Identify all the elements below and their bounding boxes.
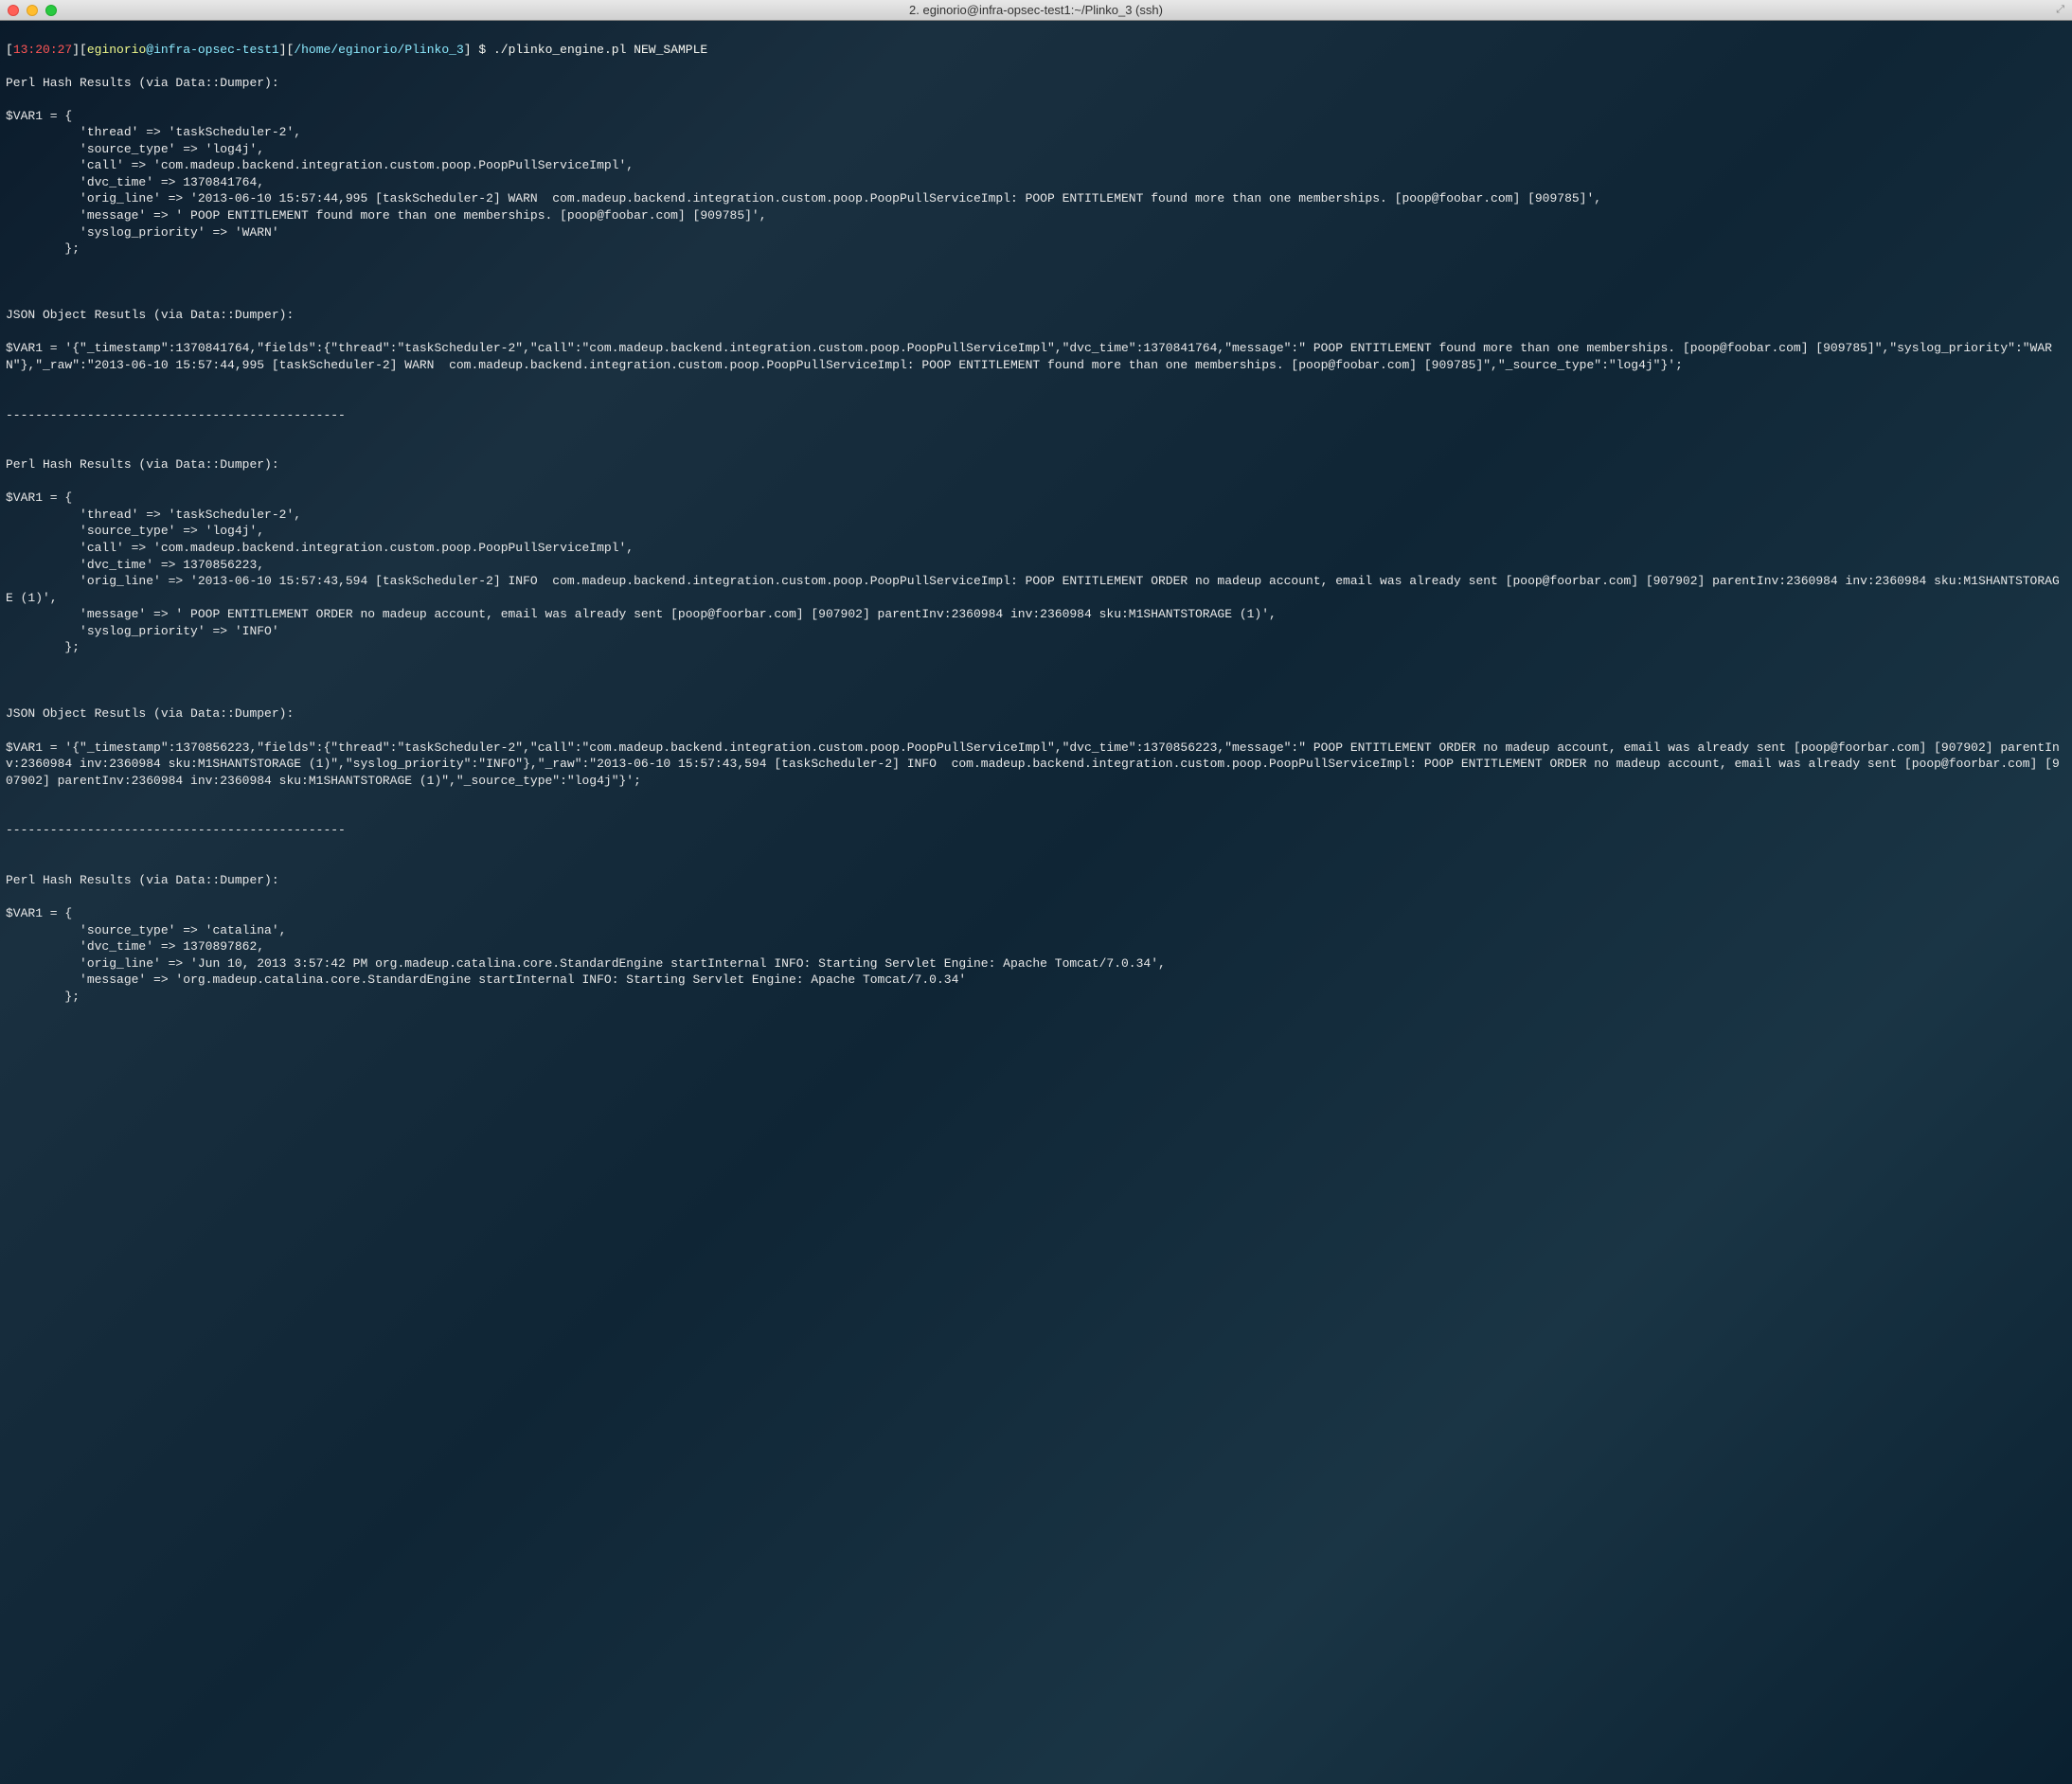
expand-icon[interactable]: ⤢ [2056, 5, 2064, 16]
output-block4-body: $VAR1 = '{"_timestamp":1370856223,"field… [6, 740, 2066, 790]
close-button[interactable] [8, 5, 19, 16]
minimize-button[interactable] [27, 5, 38, 16]
prompt-host: infra-opsec-test1 [153, 43, 279, 57]
terminal-content[interactable]: [13:20:27][eginorio@infra-opsec-test1][/… [0, 21, 2072, 1026]
output-block4-header: JSON Object Resutls (via Data::Dumper): [6, 705, 2066, 723]
prompt-cwd: /home/eginorio/Plinko_3 [294, 43, 463, 57]
output-block1-header: Perl Hash Results (via Data::Dumper): [6, 75, 2066, 92]
window-titlebar: 2. eginorio@infra-opsec-test1:~/Plinko_3… [0, 0, 2072, 21]
prompt-at: @ [146, 43, 153, 57]
output-block2-body: $VAR1 = '{"_timestamp":1370841764,"field… [6, 340, 2066, 373]
bracket: ][ [279, 43, 295, 57]
output-block2-header: JSON Object Resutls (via Data::Dumper): [6, 307, 2066, 324]
maximize-button[interactable] [45, 5, 57, 16]
output-sep1: ----------------------------------------… [6, 407, 2066, 424]
output-block3-body: $VAR1 = { 'thread' => 'taskScheduler-2',… [6, 490, 2066, 655]
prompt-command: ./plinko_engine.pl NEW_SAMPLE [493, 43, 707, 57]
prompt-user: eginorio [87, 43, 146, 57]
output-sep2: ----------------------------------------… [6, 822, 2066, 839]
prompt-time: 13:20:27 [13, 43, 72, 57]
output-block1-body: $VAR1 = { 'thread' => 'taskScheduler-2',… [6, 108, 2066, 258]
bracket: ] $ [464, 43, 493, 57]
bracket: ][ [72, 43, 87, 57]
output-block5-body: $VAR1 = { 'source_type' => 'catalina', '… [6, 905, 2066, 1005]
output-block3-header: Perl Hash Results (via Data::Dumper): [6, 456, 2066, 473]
output-block5-header: Perl Hash Results (via Data::Dumper): [6, 872, 2066, 889]
prompt-line: [13:20:27][eginorio@infra-opsec-test1][/… [6, 43, 707, 57]
bracket: [ [6, 43, 13, 57]
window-title: 2. eginorio@infra-opsec-test1:~/Plinko_3… [909, 3, 1163, 17]
traffic-lights [8, 5, 57, 16]
